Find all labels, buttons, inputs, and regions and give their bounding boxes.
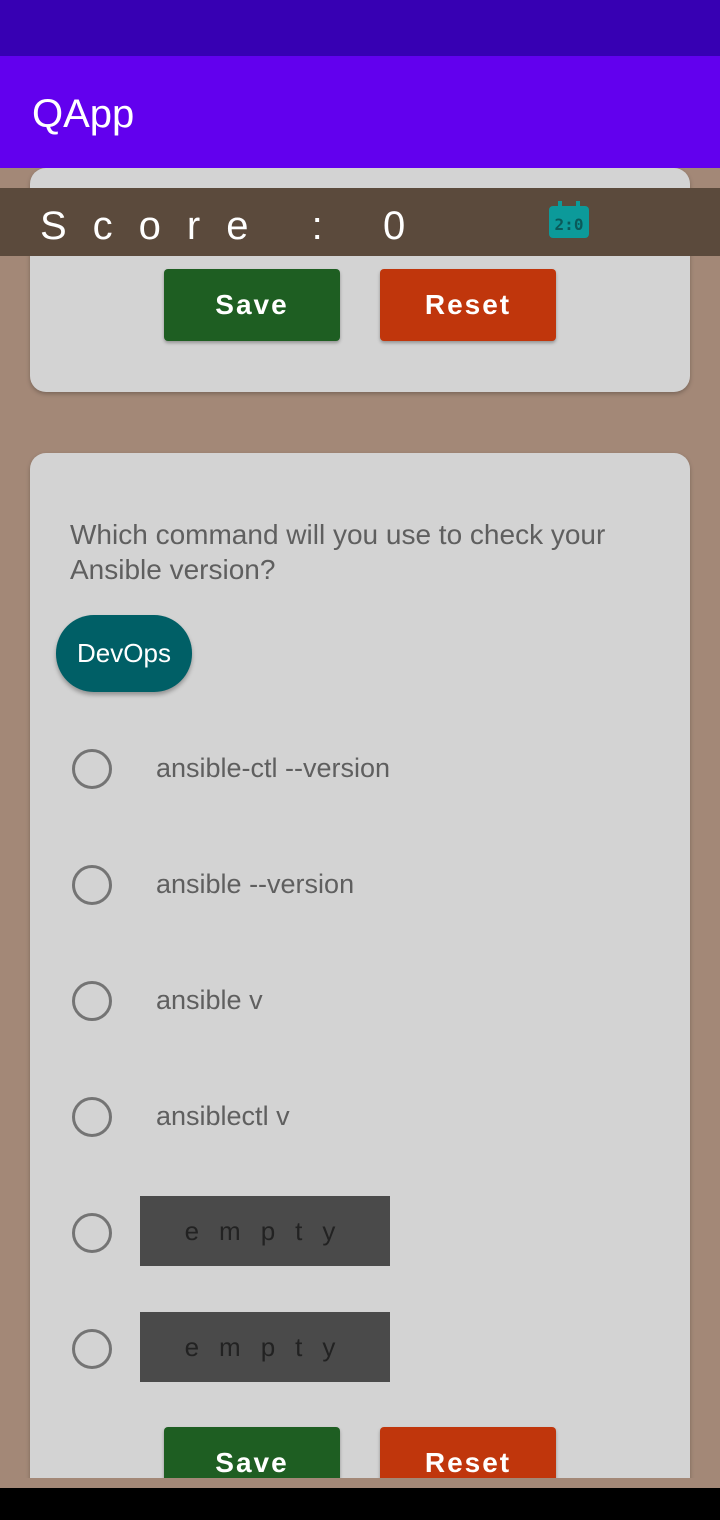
save-button[interactable]: Save <box>164 1427 340 1478</box>
radio-button[interactable] <box>72 749 112 789</box>
score-value: 0 <box>383 204 406 248</box>
radio-button[interactable] <box>72 1329 112 1369</box>
option-label: ansible v <box>156 985 263 1015</box>
answer-option-3[interactable]: ansible v <box>30 961 690 1041</box>
radio-button[interactable] <box>72 981 112 1021</box>
status-bar <box>0 0 720 56</box>
question-card: Which command will you use to check your… <box>30 453 690 1478</box>
radio-button[interactable] <box>72 1213 112 1253</box>
empty-option-box: empty <box>140 1196 390 1266</box>
score-label: Score : <box>40 204 349 248</box>
answer-option-1[interactable]: ansible-ctl --version <box>30 729 690 809</box>
option-label: ansible-ctl --version <box>156 753 391 783</box>
save-button[interactable]: Save <box>164 269 340 341</box>
navigation-bar <box>0 1488 720 1520</box>
app-bar: QApp <box>0 56 720 168</box>
answer-option-5[interactable]: empty <box>30 1193 690 1273</box>
answer-option-6[interactable]: empty <box>30 1309 690 1389</box>
radio-button[interactable] <box>72 865 112 905</box>
category-chip[interactable]: DevOps <box>56 615 192 692</box>
option-label: ansiblectl v <box>156 1101 290 1131</box>
svg-text:2:0: 2:0 <box>555 215 584 234</box>
reset-button[interactable]: Reset <box>380 269 556 341</box>
empty-option-box: empty <box>140 1312 390 1382</box>
scroll-content[interactable]: Save Reset Which command will you use to… <box>0 168 720 1478</box>
radio-button[interactable] <box>72 1097 112 1137</box>
answer-option-4[interactable]: ansiblectl v <box>30 1077 690 1157</box>
question-text: Which command will you use to check your… <box>70 519 606 585</box>
scoreboard-icon[interactable]: 2:0 <box>548 201 590 239</box>
reset-button[interactable]: Reset <box>380 1427 556 1478</box>
option-label: ansible --version <box>156 869 355 899</box>
answer-option-2[interactable]: ansible --version <box>30 845 690 925</box>
app-title: QApp <box>32 92 135 136</box>
score-bar: Score : 0 <box>0 188 720 256</box>
